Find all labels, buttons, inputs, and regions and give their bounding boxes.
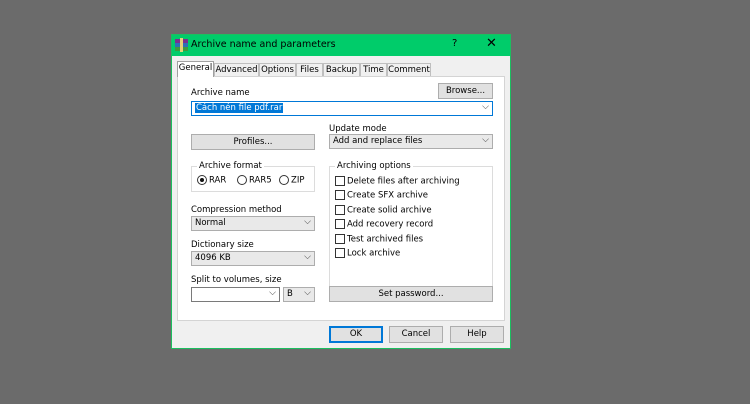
split-unit-value: B (287, 289, 293, 299)
chevron-down-icon[interactable]: ⌵ (304, 217, 311, 227)
radio-rar-dot[interactable] (197, 175, 207, 185)
tab-files[interactable]: Files (296, 63, 323, 76)
archive-dialog: Archive name and parameters ? ✕ General … (171, 34, 511, 349)
chevron-down-icon[interactable]: ⌵ (482, 102, 489, 112)
checkbox-recovery-record[interactable]: Add recovery record (335, 219, 433, 230)
checkbox-test-files-box[interactable] (335, 234, 345, 244)
radio-zip[interactable]: ZIP (279, 175, 304, 186)
title-bar[interactable]: Archive name and parameters ? ✕ (172, 35, 510, 56)
archive-name-label: Archive name (191, 88, 250, 98)
split-volumes-label: Split to volumes, size (191, 275, 282, 285)
tab-options[interactable]: Options (259, 63, 296, 76)
checkbox-lock-archive-box[interactable] (335, 248, 345, 258)
archive-name-value: Cách nén file pdf.rar (195, 103, 284, 113)
chevron-down-icon[interactable]: ⌵ (304, 288, 311, 298)
window-title: Archive name and parameters (191, 39, 336, 50)
radio-rar[interactable]: RAR (197, 175, 226, 186)
compression-method-select[interactable]: Normal ⌵ (191, 216, 315, 231)
set-password-button[interactable]: Set password... (329, 286, 493, 302)
checkbox-recovery-record-box[interactable] (335, 219, 345, 229)
split-size-input[interactable]: ⌵ (191, 287, 280, 302)
dictionary-size-value: 4096 KB (195, 253, 231, 263)
checkbox-delete-files[interactable]: Delete files after archiving (335, 176, 460, 187)
update-mode-value: Add and replace files (333, 136, 423, 146)
checkbox-create-sfx-box[interactable] (335, 190, 345, 200)
close-icon[interactable]: ✕ (486, 36, 497, 51)
archive-format-label: Archive format (197, 161, 264, 171)
chevron-down-icon[interactable]: ⌵ (269, 288, 276, 298)
archive-format-group: Archive format RAR RAR5 ZIP (191, 161, 315, 192)
update-mode-select[interactable]: Add and replace files ⌵ (329, 134, 493, 149)
dictionary-size-select[interactable]: 4096 KB ⌵ (191, 251, 315, 266)
radio-zip-dot[interactable] (279, 175, 289, 185)
checkbox-lock-archive[interactable]: Lock archive (335, 248, 400, 259)
ok-button[interactable]: OK (329, 326, 383, 343)
browse-button[interactable]: Browse... (438, 83, 493, 99)
archive-name-input[interactable]: Cách nén file pdf.rar ⌵ (191, 101, 493, 116)
checkbox-delete-files-box[interactable] (335, 176, 345, 186)
help-button[interactable]: Help (450, 326, 504, 343)
chevron-down-icon[interactable]: ⌵ (304, 252, 311, 262)
checkbox-create-sfx[interactable]: Create SFX archive (335, 190, 428, 201)
compression-method-value: Normal (195, 218, 226, 228)
tab-time[interactable]: Time (360, 63, 387, 76)
radio-rar5-dot[interactable] (237, 175, 247, 185)
winrar-books-icon (175, 38, 188, 52)
tab-advanced[interactable]: Advanced (214, 63, 259, 76)
chevron-down-icon[interactable]: ⌵ (482, 135, 489, 145)
profiles-button[interactable]: Profiles... (191, 134, 315, 150)
help-icon[interactable]: ? (452, 38, 457, 49)
archiving-options-label: Archiving options (335, 161, 413, 171)
compression-method-label: Compression method (191, 205, 282, 215)
update-mode-label: Update mode (329, 124, 387, 134)
checkbox-create-solid[interactable]: Create solid archive (335, 205, 432, 216)
general-panel: Archive name Browse... Cách nén file pdf… (177, 76, 505, 321)
checkbox-test-files[interactable]: Test archived files (335, 234, 423, 245)
tab-general[interactable]: General (177, 61, 214, 77)
tab-comment[interactable]: Comment (387, 63, 431, 76)
split-unit-select[interactable]: B ⌵ (283, 287, 315, 302)
cancel-button[interactable]: Cancel (389, 326, 443, 343)
tab-backup[interactable]: Backup (323, 63, 360, 76)
checkbox-create-solid-box[interactable] (335, 205, 345, 215)
radio-rar5[interactable]: RAR5 (237, 175, 272, 186)
archiving-options-group: Archiving options Delete files after arc… (329, 161, 493, 302)
dictionary-size-label: Dictionary size (191, 240, 254, 250)
